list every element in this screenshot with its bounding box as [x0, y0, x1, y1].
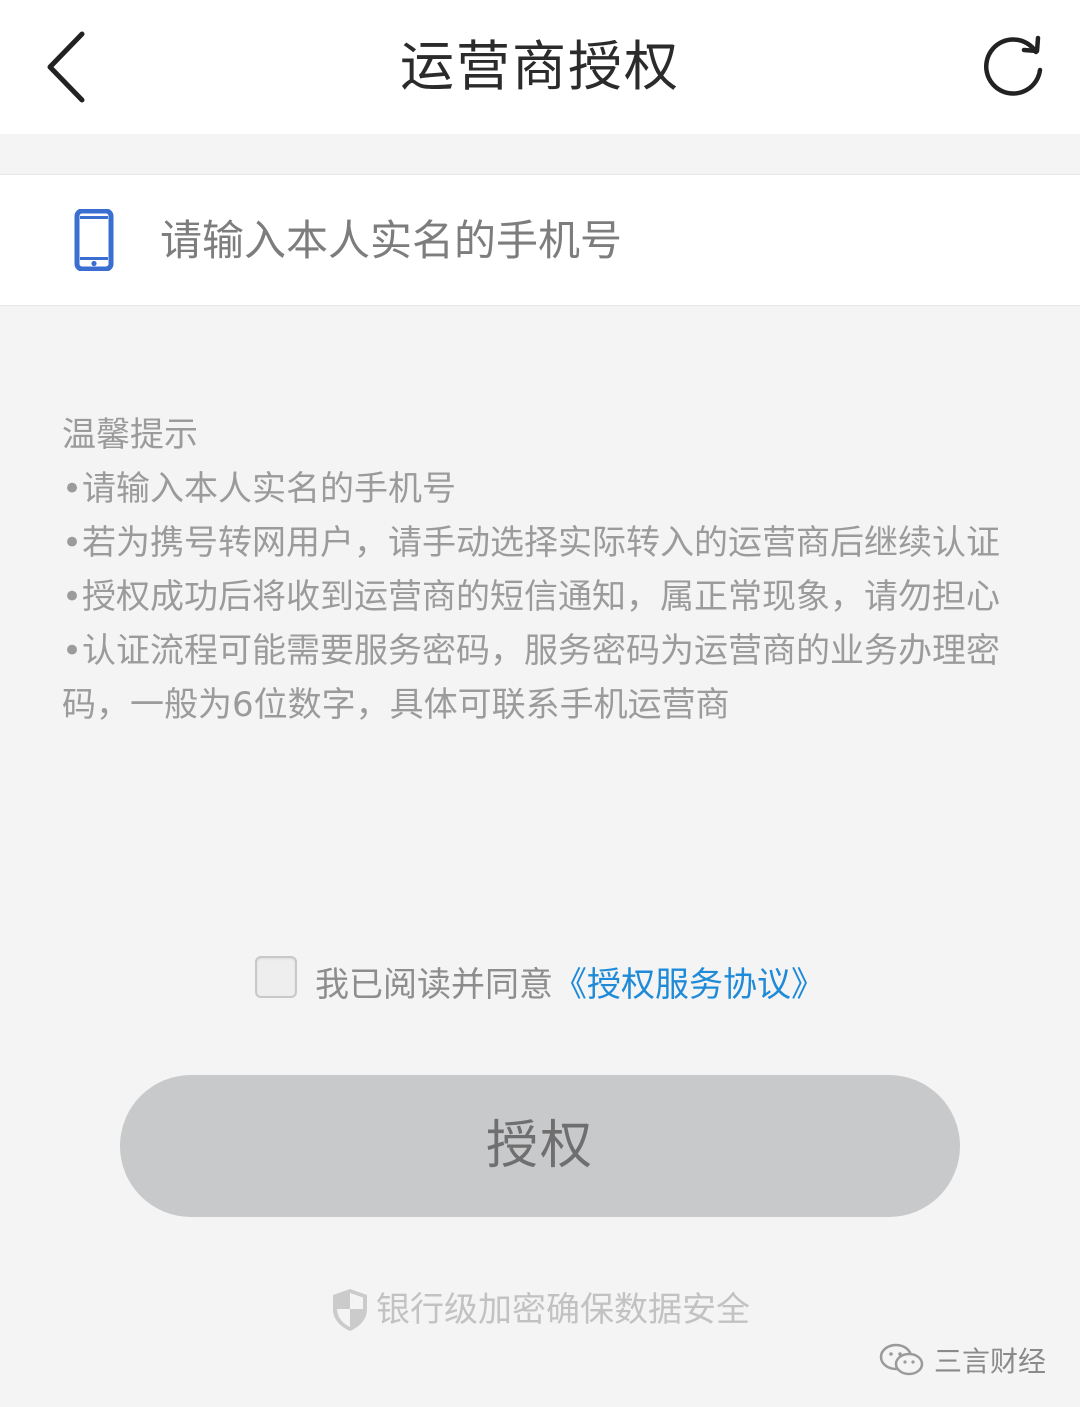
- tip-item: •认证流程可能需要服务密码，服务密码为运营商的业务办理密码，一般为6位数字，具体…: [62, 631, 1001, 725]
- phone-input-row: [0, 174, 1080, 306]
- tip-item: •若为携号转网用户，请手动选择实际转入的运营商后继续认证: [62, 523, 1001, 563]
- watermark: 三言财经: [878, 1338, 1046, 1382]
- agreement-link[interactable]: 《授权服务协议》: [553, 950, 825, 1020]
- phone-number-input[interactable]: [160, 205, 1020, 275]
- wechat-icon: [879, 1343, 924, 1376]
- refresh-icon: [983, 35, 1043, 96]
- security-text: 银行级加密确保数据安全: [376, 1290, 750, 1330]
- watermark-text: 三言财经: [933, 1345, 1046, 1378]
- top-bar: 运营商授权: [0, 0, 1080, 134]
- agreement-checkbox[interactable]: [255, 956, 297, 998]
- authorize-button[interactable]: 授权: [120, 1075, 960, 1217]
- security-note: 银行级加密确保数据安全: [0, 1282, 1080, 1338]
- tips-section: 温馨提示 •请输入本人实名的手机号 •若为携号转网用户，请手动选择实际转入的运营…: [62, 408, 1022, 732]
- tip-item: •授权成功后将收到运营商的短信通知，属正常现象，请勿担心: [62, 577, 1001, 617]
- tips-title: 温馨提示: [62, 415, 198, 455]
- refresh-button[interactable]: [976, 28, 1052, 104]
- agreement-row: 我已阅读并同意 《授权服务协议》: [0, 950, 1080, 1020]
- mobile-phone-icon: [74, 209, 114, 271]
- agreement-text: 我已阅读并同意: [315, 965, 553, 1005]
- shield-icon: [333, 1289, 367, 1331]
- page-title: 运营商授权: [400, 35, 680, 98]
- tip-item: •请输入本人实名的手机号: [62, 469, 457, 509]
